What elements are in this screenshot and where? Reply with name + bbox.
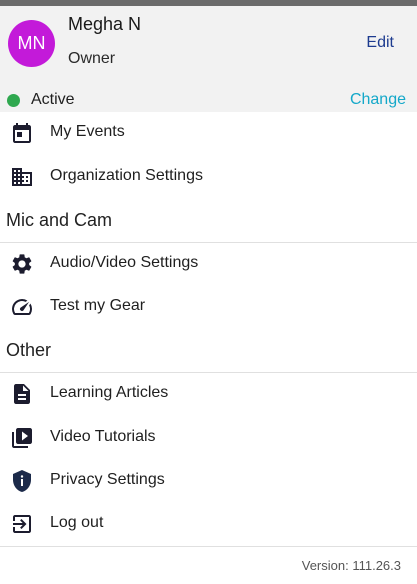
user-name: Megha N <box>68 14 142 34</box>
menu-item-audio-video-settings[interactable]: Audio/Video Settings <box>0 244 417 284</box>
menu-item-label: Privacy Settings <box>50 471 165 488</box>
shield-info-icon <box>10 469 34 493</box>
menu-item-label: Video Tutorials <box>50 428 156 445</box>
edit-profile-button[interactable]: Edit <box>366 34 394 52</box>
logout-icon <box>10 512 34 536</box>
menu-item-label: Learning Articles <box>50 384 169 401</box>
gear-icon <box>10 252 34 276</box>
building-icon <box>10 165 34 189</box>
section-title-other: Other <box>6 340 52 360</box>
menu-item-label: Log out <box>50 514 104 531</box>
divider <box>0 242 417 243</box>
version-text: Version: 111.26.3 <box>301 558 401 573</box>
menu-item-test-my-gear[interactable]: Test my Gear <box>0 287 417 327</box>
calendar-icon <box>10 121 34 145</box>
status-text: Active <box>31 91 75 108</box>
menu-item-label: Test my Gear <box>50 297 146 314</box>
menu-item-organization-settings[interactable]: Organization Settings <box>0 157 417 197</box>
menu-item-label: My Events <box>50 123 125 140</box>
video-library-icon <box>10 426 34 450</box>
change-status-button[interactable]: Change <box>350 91 406 109</box>
status-dot-icon <box>7 94 20 107</box>
menu-item-log-out[interactable]: Log out <box>0 504 417 544</box>
menu-item-my-events[interactable]: My Events <box>0 113 417 153</box>
divider <box>0 546 417 547</box>
document-icon <box>10 382 34 406</box>
user-menu-panel: MN Megha N Owner Edit Active Change My E… <box>0 0 417 584</box>
menu-item-video-tutorials[interactable]: Video Tutorials <box>0 418 417 458</box>
menu-item-privacy-settings[interactable]: Privacy Settings <box>0 461 417 501</box>
profile-header: MN Megha N Owner Edit <box>0 6 417 88</box>
speedometer-icon <box>10 295 34 319</box>
user-role: Owner <box>68 50 116 67</box>
divider <box>0 372 417 373</box>
menu-item-label: Organization Settings <box>50 167 203 184</box>
avatar: MN <box>8 20 55 67</box>
menu-item-label: Audio/Video Settings <box>50 254 199 271</box>
menu-item-learning-articles[interactable]: Learning Articles <box>0 374 417 414</box>
status-row: Active Change <box>0 88 417 112</box>
section-title-mic-and-cam: Mic and Cam <box>6 210 113 230</box>
